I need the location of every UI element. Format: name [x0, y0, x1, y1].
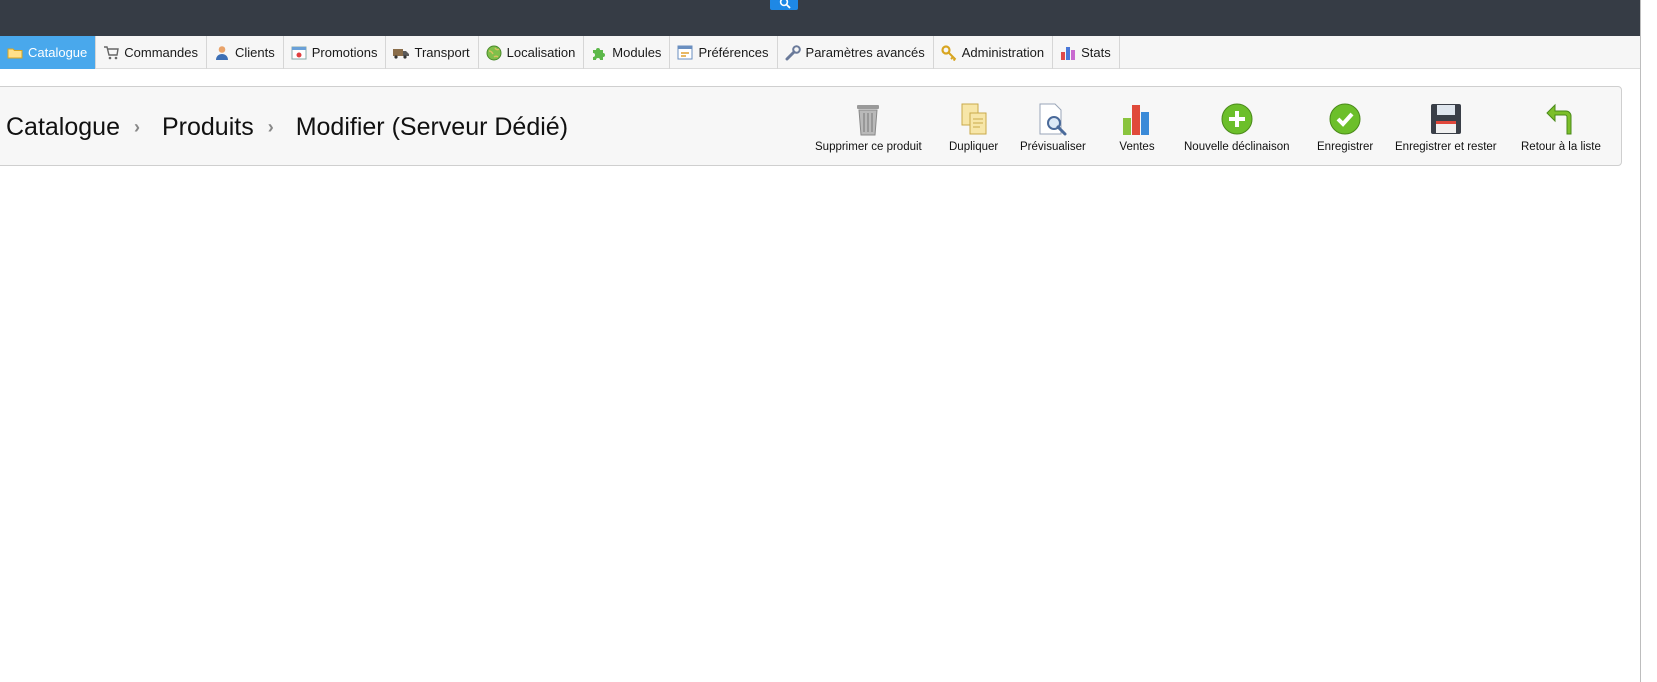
user-icon: [214, 45, 230, 61]
new-combination-button[interactable]: Nouvelle déclinaison: [1184, 101, 1289, 153]
check-icon: [1327, 101, 1363, 137]
action-label: Enregistrer et rester: [1395, 141, 1497, 153]
tab-modules[interactable]: Modules: [584, 36, 671, 69]
action-label: Nouvelle déclinaison: [1184, 141, 1290, 153]
tab-transport[interactable]: Transport: [386, 36, 479, 69]
search-button[interactable]: [770, 0, 798, 10]
main-menu: Catalogue Commandes Clients Promotions T…: [0, 36, 1640, 69]
globe-icon: [486, 45, 502, 61]
tab-label: Clients: [234, 45, 275, 60]
tab-localisation[interactable]: Localisation: [479, 36, 585, 69]
tab-clients[interactable]: Clients: [207, 36, 284, 69]
tab-catalogue[interactable]: Catalogue: [0, 36, 97, 69]
tab-label: Promotions: [311, 45, 378, 60]
back-to-list-button[interactable]: Retour à la liste: [1521, 101, 1601, 153]
save-and-stay-button[interactable]: Enregistrer et rester: [1395, 101, 1497, 153]
action-label: Ventes: [1119, 141, 1155, 153]
trash-icon: [850, 101, 886, 137]
tab-label: Commandes: [124, 45, 198, 60]
truck-icon: [393, 45, 410, 61]
tab-preferences[interactable]: Préférences: [670, 36, 778, 69]
action-label: Dupliquer: [949, 141, 999, 153]
sales-chart-icon: [1119, 101, 1155, 137]
breadcrumb: Catalogue › Produits › Modifier (Serveur…: [6, 113, 568, 142]
page-toolbar: Catalogue › Produits › Modifier (Serveur…: [0, 86, 1622, 166]
tab-label: Préférences: [698, 45, 769, 60]
scrollbar[interactable]: [1640, 0, 1657, 682]
folder-icon: [7, 45, 23, 61]
tab-parametres-avances[interactable]: Paramètres avancés: [778, 36, 934, 69]
tab-label: Localisation: [506, 45, 576, 60]
puzzle-icon: [591, 45, 607, 61]
delete-product-button[interactable]: Supprimer ce produit: [815, 101, 922, 153]
search-icon: [779, 0, 791, 9]
wrench-icon: [785, 44, 801, 61]
sales-button[interactable]: Ventes: [1119, 101, 1155, 153]
promo-icon: [291, 45, 307, 61]
tab-label: Catalogue: [28, 45, 88, 60]
stats-icon: [1060, 45, 1076, 61]
floppy-icon: [1428, 101, 1464, 137]
tab-label: Transport: [414, 45, 470, 60]
tab-label: Administration: [961, 45, 1045, 60]
preferences-icon: [677, 45, 693, 61]
preview-icon: [1035, 101, 1071, 137]
action-label: Prévisualiser: [1020, 141, 1086, 153]
preview-button[interactable]: Prévisualiser: [1020, 101, 1086, 153]
tab-label: Stats: [1081, 45, 1111, 60]
breadcrumb-produits[interactable]: Produits: [162, 113, 254, 142]
duplicate-button[interactable]: Dupliquer: [949, 101, 998, 153]
back-arrow-icon: [1543, 101, 1579, 137]
tab-commandes[interactable]: Commandes: [96, 36, 207, 69]
action-label: Enregistrer: [1317, 141, 1374, 153]
breadcrumb-catalogue[interactable]: Catalogue: [6, 113, 120, 142]
add-icon: [1219, 101, 1255, 137]
top-bar: [0, 0, 1640, 36]
tab-label: Paramètres avancés: [805, 45, 925, 60]
action-label: Retour à la liste: [1521, 141, 1601, 153]
cart-icon: [103, 45, 120, 61]
duplicate-icon: [956, 101, 992, 137]
tab-promotions[interactable]: Promotions: [284, 36, 387, 69]
chevron-right-icon: ›: [133, 117, 140, 137]
tab-stats[interactable]: Stats: [1053, 36, 1120, 69]
tab-administration[interactable]: Administration: [934, 36, 1054, 69]
action-label: Supprimer ce produit: [815, 141, 922, 153]
tab-label: Modules: [612, 45, 662, 60]
page-title: Modifier (Serveur Dédié): [295, 113, 569, 141]
save-button[interactable]: Enregistrer: [1317, 101, 1373, 153]
key-icon: [941, 44, 957, 61]
chevron-right-icon: ›: [267, 117, 274, 137]
